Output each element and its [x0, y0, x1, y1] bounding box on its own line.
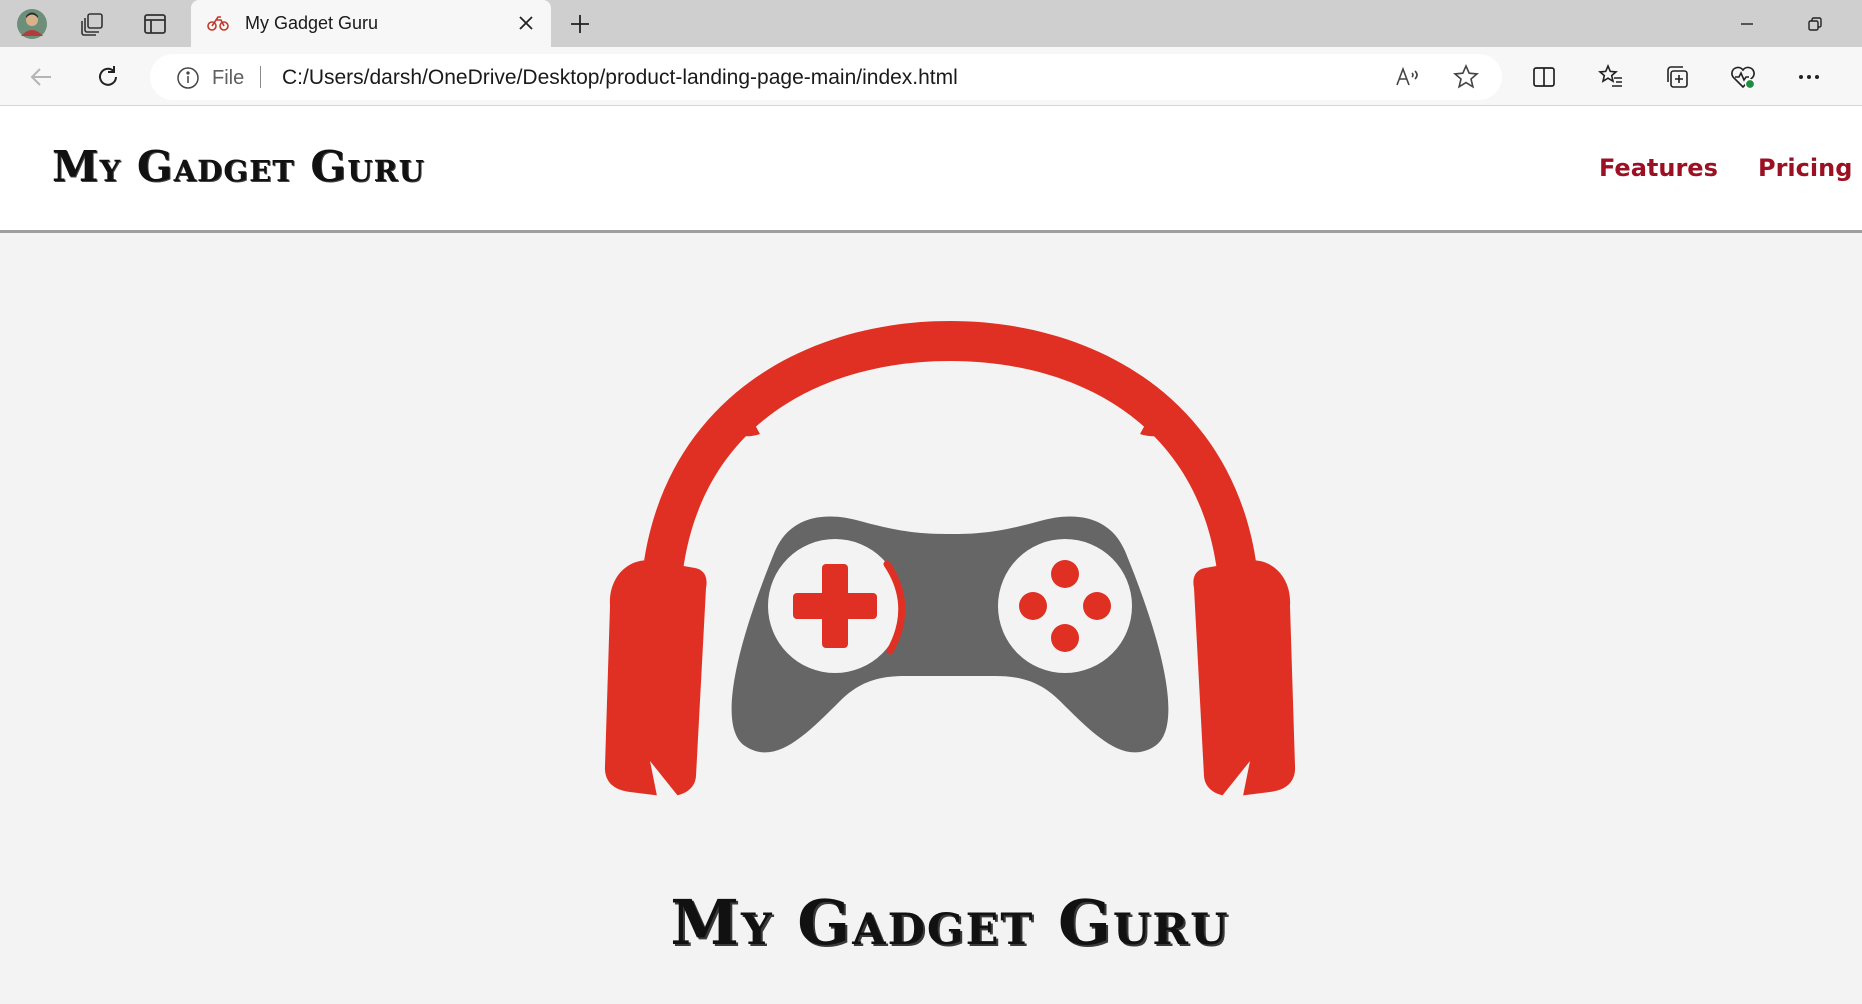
browser-essentials-icon[interactable] [1724, 58, 1762, 96]
restore-icon[interactable] [1792, 6, 1838, 42]
close-icon[interactable] [513, 10, 539, 36]
info-icon[interactable] [176, 66, 200, 90]
hero-brand: My Gadget Guru [670, 886, 1230, 959]
tab-title: My Gadget Guru [245, 13, 379, 33]
address-scheme-label: File [212, 67, 245, 89]
profile-avatar-icon[interactable] [14, 6, 50, 42]
address-bar[interactable]: File C:/Users/darsh/OneDrive/Desktop/pro… [150, 54, 1502, 100]
favorites-list-icon[interactable] [1592, 58, 1630, 96]
nav-link-pricing[interactable]: Pricing [1758, 154, 1852, 182]
browser-tab-bar: My Gadget Guru [0, 0, 1862, 47]
back-arrow-icon[interactable] [22, 58, 60, 96]
site-header: My Gadget Guru Features Pricing [0, 106, 1862, 233]
gaming-headset-logo [604, 321, 1296, 801]
star-icon[interactable] [1449, 60, 1483, 94]
hero-section: My Gadget Guru [0, 236, 1862, 1004]
tab-actions-icon[interactable] [137, 6, 173, 42]
header-brand[interactable]: My Gadget Guru [52, 142, 425, 191]
split-screen-icon[interactable] [1525, 58, 1563, 96]
active-tab[interactable]: My Gadget Guru [191, 0, 551, 47]
address-url[interactable]: C:/Users/darsh/OneDrive/Desktop/product-… [282, 66, 958, 90]
nav-link-features[interactable]: Features [1599, 154, 1718, 182]
plus-icon[interactable] [562, 6, 598, 42]
address-separator [260, 66, 261, 88]
minimize-icon[interactable] [1724, 6, 1770, 42]
collections-icon[interactable] [1658, 58, 1696, 96]
read-aloud-icon[interactable] [1390, 60, 1424, 94]
more-icon[interactable] [1790, 58, 1828, 96]
motorbike-favicon-icon [207, 12, 229, 34]
browser-toolbar: File C:/Users/darsh/OneDrive/Desktop/pro… [0, 47, 1862, 106]
refresh-icon[interactable] [89, 58, 127, 96]
workspaces-icon[interactable] [75, 6, 111, 42]
